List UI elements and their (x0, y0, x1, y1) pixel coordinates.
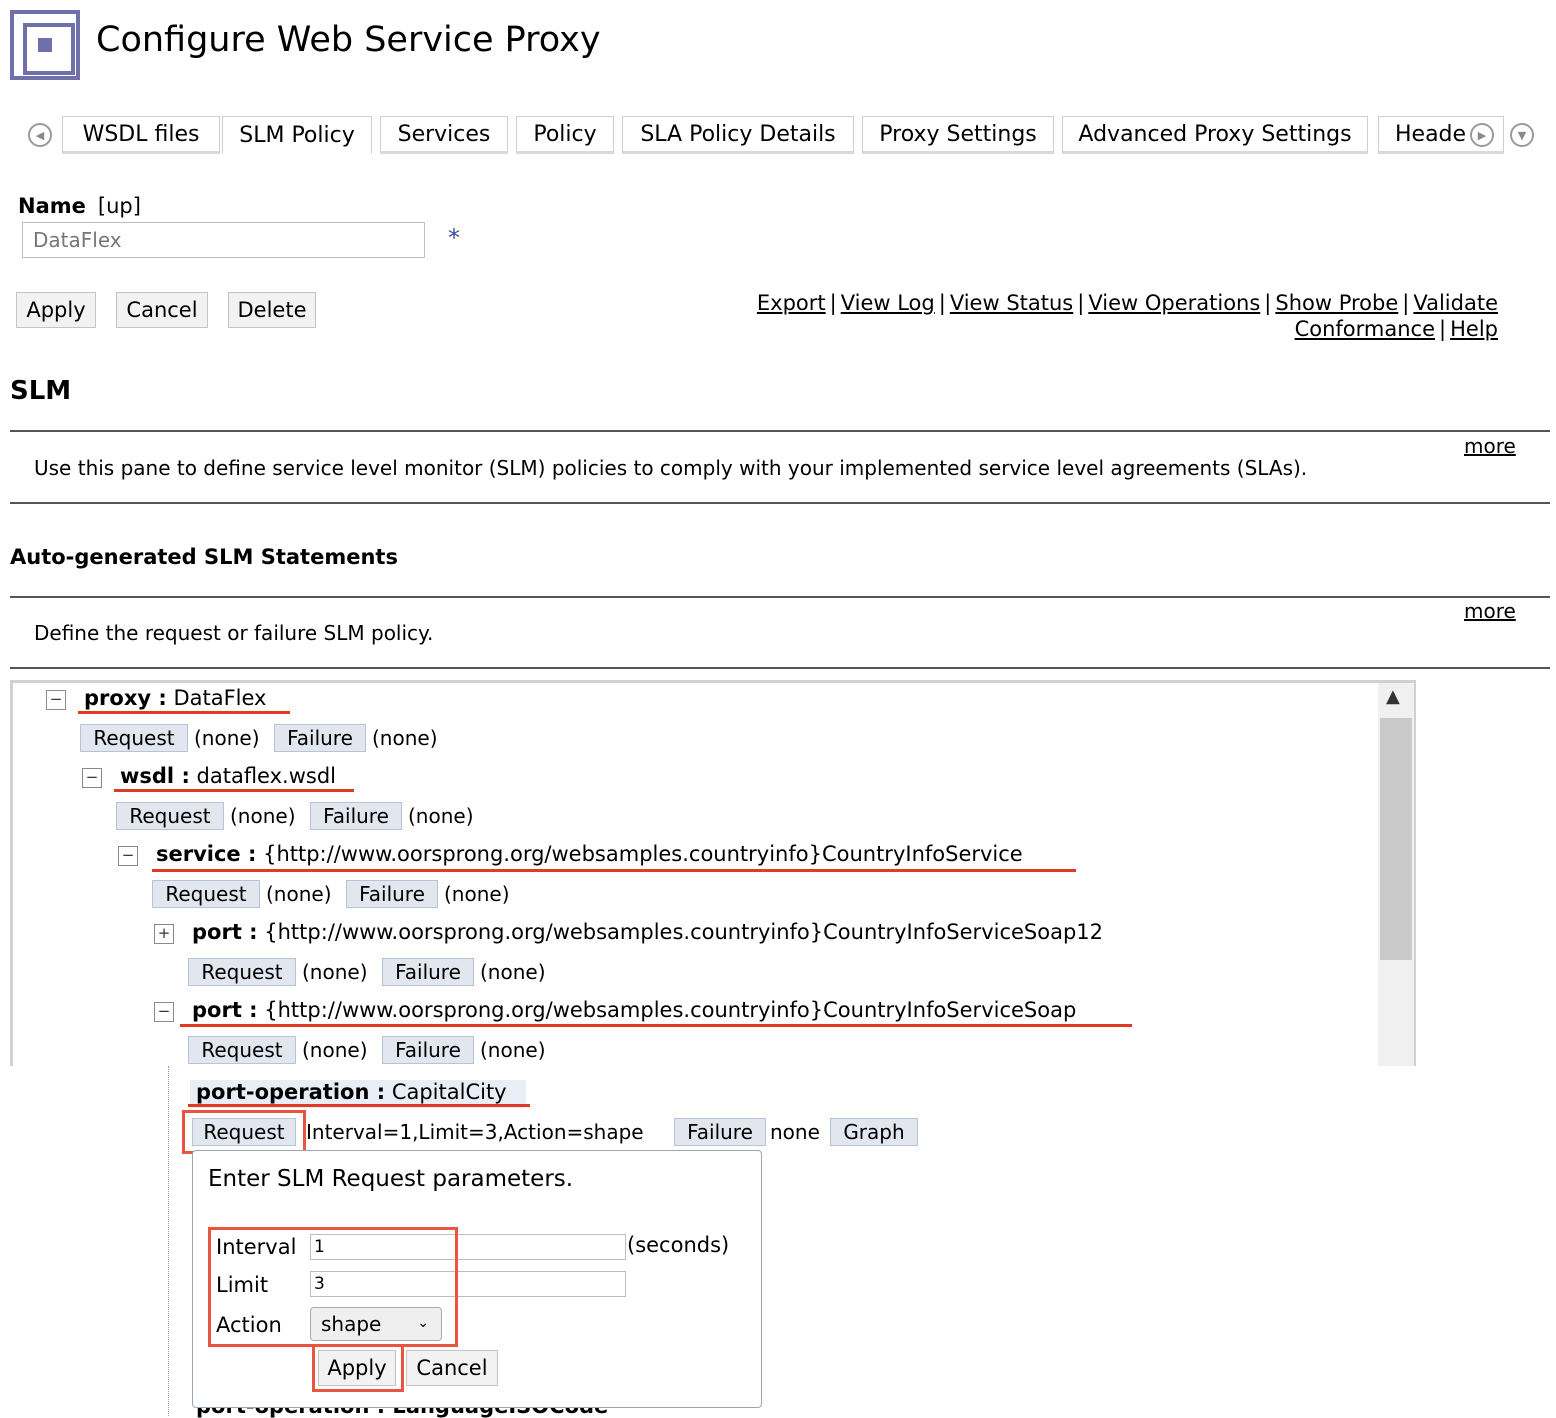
slm-more-link[interactable]: more (1464, 434, 1516, 458)
tab-sla-policy-details[interactable]: SLA Policy Details (622, 116, 854, 154)
tab-services[interactable]: Services (380, 116, 508, 154)
page-title: Configure Web Service Proxy (96, 20, 601, 60)
required-marker: * (448, 224, 460, 252)
app-logo (10, 10, 80, 80)
prev-tab-icon[interactable]: ◀ (28, 123, 52, 147)
tab-proxy-settings[interactable]: Proxy Settings (862, 116, 1054, 154)
collapse-icon[interactable]: − (82, 768, 102, 788)
tree-node-wsdl[interactable]: wsdl : dataflex.wsdl (120, 764, 336, 788)
cancel-button[interactable]: Cancel (116, 292, 208, 328)
collapse-icon[interactable]: − (46, 690, 66, 710)
highlight-box (208, 1227, 458, 1347)
request-button[interactable]: Request (188, 958, 296, 986)
name-field[interactable] (22, 222, 425, 258)
validate-link[interactable]: Validate (1413, 291, 1498, 315)
tab-wsdl-files[interactable]: WSDL files (62, 116, 220, 154)
request-value: (none) (266, 882, 332, 906)
divider (10, 667, 1550, 669)
show-probe-link[interactable]: Show Probe (1275, 291, 1398, 315)
next-tab-icon[interactable]: ▶ (1470, 123, 1494, 147)
failure-value: none (770, 1120, 820, 1144)
scroll-up-icon[interactable]: ▲ (1386, 686, 1400, 707)
tree-node-port-soap12[interactable]: port : {http://www.oorsprong.org/websamp… (192, 920, 1103, 944)
interval-unit: (seconds) (627, 1233, 730, 1257)
tab-menu-icon[interactable]: ▼ (1510, 123, 1534, 147)
highlight-box (182, 1110, 306, 1154)
scrollbar-thumb[interactable] (1380, 718, 1412, 960)
failure-button[interactable]: Failure (346, 880, 438, 908)
tree-node-port-soap[interactable]: port : {http://www.oorsprong.org/websamp… (192, 998, 1076, 1022)
tree-node-proxy[interactable]: proxy : DataFlex (84, 686, 267, 710)
divider (10, 596, 1550, 598)
tab-bar: ◀ WSDL files SLM Policy Services Policy … (18, 116, 1538, 154)
request-button[interactable]: Request (188, 1036, 296, 1064)
help-link[interactable]: Help (1450, 317, 1498, 341)
export-link[interactable]: Export (757, 291, 826, 315)
request-button[interactable]: Request (152, 880, 260, 908)
highlight-underline (188, 1104, 530, 1107)
request-value: Interval=1,Limit=3,Action=shape (306, 1120, 644, 1144)
failure-value: (none) (444, 882, 510, 906)
expand-icon[interactable]: + (154, 924, 174, 944)
highlight-underline (114, 789, 354, 792)
name-label-text: Name (18, 194, 86, 218)
dialog-cancel-button[interactable]: Cancel (406, 1350, 498, 1386)
highlight-box (312, 1344, 404, 1392)
tab-slm-policy[interactable]: SLM Policy (222, 116, 372, 154)
failure-value: (none) (480, 960, 546, 984)
failure-value: (none) (408, 804, 474, 828)
highlight-underline (152, 869, 1076, 872)
conformance-link[interactable]: Conformance (1295, 317, 1435, 341)
failure-button[interactable]: Failure (674, 1118, 766, 1146)
request-value: (none) (194, 726, 260, 750)
failure-button[interactable]: Failure (382, 958, 474, 986)
request-button[interactable]: Request (80, 724, 188, 752)
view-log-link[interactable]: View Log (841, 291, 935, 315)
failure-button[interactable]: Failure (274, 724, 366, 752)
tree-node-service[interactable]: service : {http://www.oorsprong.org/webs… (156, 842, 1023, 866)
failure-value: (none) (372, 726, 438, 750)
highlight-underline (180, 1024, 1132, 1027)
delete-button[interactable]: Delete (228, 292, 316, 328)
highlight-underline (78, 711, 290, 714)
request-value: (none) (302, 960, 368, 984)
view-status-link[interactable]: View Status (950, 291, 1073, 315)
failure-button[interactable]: Failure (310, 802, 402, 830)
tab-policy[interactable]: Policy (516, 116, 614, 154)
tree-guide-line (168, 1066, 169, 1416)
graph-button[interactable]: Graph (830, 1118, 918, 1146)
auto-description: Define the request or failure SLM policy… (34, 621, 434, 645)
collapse-icon[interactable]: − (154, 1002, 174, 1022)
auto-more-link[interactable]: more (1464, 599, 1516, 623)
divider (10, 430, 1550, 432)
request-value: (none) (230, 804, 296, 828)
failure-value: (none) (480, 1038, 546, 1062)
port-operation-label: port-operation : CapitalCity (196, 1080, 507, 1104)
status-badge: [up] (97, 194, 141, 218)
apply-button[interactable]: Apply (16, 292, 96, 328)
request-button[interactable]: Request (116, 802, 224, 830)
tab-advanced-proxy-settings[interactable]: Advanced Proxy Settings (1062, 116, 1368, 154)
slm-description: Use this pane to define service level mo… (34, 456, 1308, 480)
collapse-icon[interactable]: − (118, 846, 138, 866)
action-links: Export | View Log | View Status | View Operati… (756, 291, 1498, 341)
view-operations-link[interactable]: View Operations (1088, 291, 1260, 315)
slm-heading: SLM (10, 376, 72, 406)
dialog-title: Enter SLM Request parameters. (208, 1166, 574, 1192)
divider (10, 502, 1550, 504)
failure-button[interactable]: Failure (382, 1036, 474, 1064)
name-label: Name [up] (18, 194, 141, 218)
auto-slm-heading: Auto-generated SLM Statements (10, 545, 398, 569)
request-value: (none) (302, 1038, 368, 1062)
